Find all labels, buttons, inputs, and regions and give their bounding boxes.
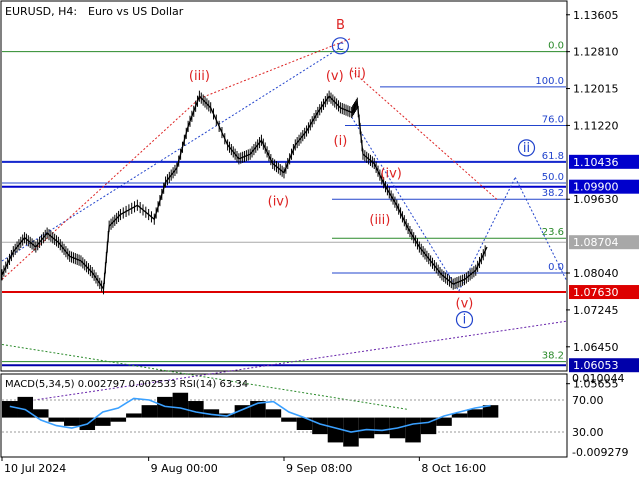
macd-bar	[17, 396, 34, 418]
fib-label-2: 76.0	[542, 114, 564, 125]
indicator-y-label-3: -0.009279	[572, 446, 628, 459]
price-tag-4: 1.10436	[573, 156, 619, 169]
price-tag-12: 1.06053	[573, 359, 619, 372]
wave-label-5: (i)	[334, 134, 348, 149]
symbol-timeframe: EURUSD, H4:	[5, 5, 77, 18]
chart-canvas: 0.0100.076.061.850.038.223.60.038.2 Bc(i…	[0, 0, 639, 475]
y-tick-label-10: 1.07245	[573, 304, 619, 317]
macd-bar	[95, 417, 111, 426]
macd-bar	[48, 417, 65, 422]
price-tag-7: 1.08704	[573, 236, 619, 249]
instrument-description: Euro vs US Dollar	[88, 5, 184, 18]
macd-bar	[467, 409, 483, 418]
price-tag-5: 1.09900	[573, 181, 619, 194]
macd-bar	[126, 413, 142, 418]
fib-label-8: 38.2	[542, 351, 564, 362]
x-tick-label-2: 9 Sep 08:00	[286, 462, 352, 475]
y-tick-label-2: 1.12015	[573, 83, 619, 96]
y-tick-label-6: 1.09630	[573, 193, 619, 206]
macd-bar	[374, 417, 390, 435]
macd-bar	[2, 401, 18, 418]
fib-label-1: 100.0	[535, 76, 564, 87]
fib-label-6: 23.6	[542, 227, 564, 238]
macd-bar	[141, 405, 158, 418]
wave-label-11: ii	[523, 141, 530, 156]
macd-bar	[405, 417, 421, 443]
macd-bar	[172, 392, 189, 418]
fib-label-5: 38.2	[542, 188, 564, 199]
macd-bar	[265, 409, 282, 418]
wave-label-6: (iv)	[268, 194, 289, 209]
y-tick-label-8: 1.08040	[573, 267, 619, 280]
y-tick-label-1: 1.12810	[573, 46, 619, 59]
wave-label-2: (iii)	[189, 69, 210, 84]
x-tick-label-3: 8 Oct 16:00	[421, 462, 486, 475]
macd-bar	[358, 417, 375, 439]
indicator-y-label-0: 0.010044	[572, 372, 625, 385]
wave-label-9: (v)	[456, 296, 474, 311]
x-tick-label-0: 10 Jul 2024	[4, 462, 66, 475]
macd-bar	[281, 417, 297, 422]
macd-bar	[64, 417, 80, 426]
y-tick-label-0: 1.13605	[573, 9, 619, 22]
indicator-y-label-2: 30.00	[572, 426, 604, 439]
fib-label-4: 50.0	[542, 172, 564, 183]
wave-label-4: (ii)	[349, 67, 366, 82]
wave-label-3: (v)	[326, 69, 344, 84]
y-tick-label-3: 1.11220	[573, 119, 619, 132]
indicator-y-label-1: 70.00	[572, 394, 604, 407]
wave-label-0: B	[336, 18, 345, 33]
fib-label-0: 0.0	[548, 41, 564, 52]
macd-bar	[110, 417, 127, 422]
fib-label-3: 61.8	[542, 151, 564, 162]
macd-bar	[188, 401, 204, 418]
wave-label-7: (iv)	[380, 166, 401, 181]
wave-label-10: i	[463, 313, 467, 328]
indicator-readout: MACD(5,34,5) 0.002797 0.002533 RSI(14) 6…	[5, 379, 248, 390]
wave-label-1: c	[337, 39, 344, 54]
x-tick-label-1: 9 Aug 00:00	[151, 462, 218, 475]
y-tick-label-11: 1.06450	[573, 341, 619, 354]
price-tag-9: 1.07630	[573, 286, 619, 299]
wave-label-8: (iii)	[369, 213, 390, 228]
